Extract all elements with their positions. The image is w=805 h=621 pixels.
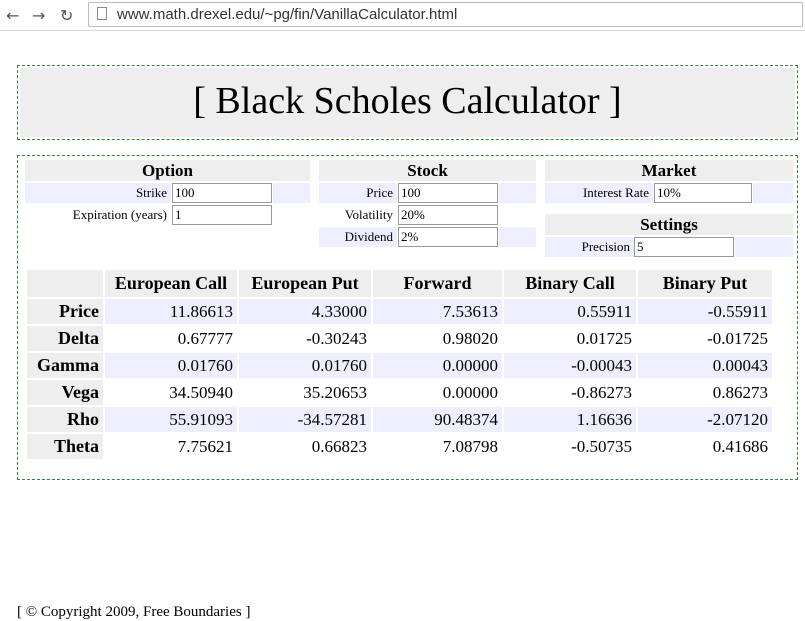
url-text[interactable]: www.math.drexel.edu/~pg/fin/VanillaCalcu…	[117, 6, 457, 23]
table-cell: 1.16636	[504, 407, 636, 432]
dividend-input[interactable]	[398, 227, 498, 247]
table-cell: 4.33000	[239, 299, 371, 324]
precision-input[interactable]	[634, 237, 734, 257]
table-cell: 0.01760	[105, 353, 237, 378]
table-cell: 34.50940	[169, 382, 233, 402]
col-binary-call: Binary Call	[504, 270, 636, 297]
browser-toolbar: ← → ↻ www.math.drexel.edu/~pg/fin/Vanill…	[0, 0, 805, 31]
dividend-row: Dividend	[319, 227, 536, 249]
market-panel: Market Interest Rate	[545, 160, 793, 205]
results-table: European Call European Put Forward Binar…	[25, 268, 774, 461]
settings-header: Settings	[545, 214, 793, 235]
interest-label: Interest Rate	[545, 183, 653, 203]
table-cell: -0.55911	[638, 299, 772, 324]
table-cell: -2.07120	[638, 407, 772, 432]
market-header: Market	[545, 160, 793, 181]
price-row: Price	[319, 183, 536, 205]
table-cell: 0.55911	[504, 299, 636, 324]
strike-input[interactable]	[172, 183, 272, 203]
table-cell: 0.41686	[712, 436, 768, 456]
table-cell: 0.86273	[712, 382, 768, 402]
row-label: Delta	[27, 326, 103, 351]
page-icon	[97, 7, 107, 20]
copyright-footer: [ © Copyright 2009, Free Boundaries ]	[17, 604, 251, 620]
table-cell: -0.01725	[707, 328, 768, 348]
price-input[interactable]	[398, 183, 498, 203]
dividend-label: Dividend	[319, 227, 397, 247]
stock-header: Stock	[319, 160, 536, 181]
page-title: [ Black Scholes Calculator ]	[20, 68, 795, 137]
table-cell: 0.01725	[576, 328, 632, 348]
table-cell: -0.50735	[571, 436, 632, 456]
reload-icon[interactable]: ↻	[60, 6, 73, 25]
row-label: Theta	[27, 434, 103, 459]
table-row-rho: Rho 55.91093 -34.57281 90.48374 1.16636 …	[27, 407, 772, 432]
table-cell: -0.30243	[306, 328, 367, 348]
settings-panel: Settings Precision	[545, 214, 793, 259]
row-label: Vega	[27, 380, 103, 405]
table-cell: 55.91093	[105, 407, 237, 432]
col-european-put: European Put	[239, 270, 371, 297]
precision-label: Precision	[545, 237, 634, 257]
expiration-label: Expiration (years)	[72, 207, 167, 222]
table-cell: 11.86613	[105, 299, 237, 324]
col-european-call: European Call	[105, 270, 237, 297]
table-row-price: Price 11.86613 4.33000 7.53613 0.55911 -…	[27, 299, 772, 324]
corner-cell	[27, 270, 103, 297]
table-cell: 0.01760	[239, 353, 371, 378]
back-arrow-icon[interactable]: ←	[6, 6, 19, 25]
results-header-row: European Call European Put Forward Binar…	[27, 270, 772, 297]
row-label: Gamma	[27, 353, 103, 378]
table-cell: 35.20653	[303, 382, 367, 402]
table-row-vega: Vega 34.50940 35.20653 0.00000 -0.86273 …	[27, 380, 772, 405]
option-header: Option	[25, 160, 310, 181]
table-cell: 7.75621	[177, 436, 233, 456]
table-cell: -34.57281	[239, 407, 371, 432]
row-label: Price	[27, 299, 103, 324]
table-cell: 7.08798	[442, 436, 498, 456]
table-cell: 7.53613	[373, 299, 502, 324]
interest-input[interactable]	[654, 183, 752, 203]
option-panel: Option Strike Expiration (years)	[25, 160, 310, 227]
table-row-gamma: Gamma 0.01760 0.01760 0.00000 -0.00043 0…	[27, 353, 772, 378]
row-label: Rho	[27, 407, 103, 432]
table-cell: 0.00000	[373, 353, 502, 378]
table-cell: 0.98020	[442, 328, 498, 348]
precision-row: Precision	[545, 237, 793, 259]
table-cell: 0.66823	[311, 436, 367, 456]
table-cell: 0.67777	[177, 328, 233, 348]
strike-row: Strike	[25, 183, 310, 205]
strike-label: Strike	[25, 183, 171, 203]
volatility-label: Volatility	[344, 207, 393, 222]
table-row-delta: Delta 0.67777 -0.30243 0.98020 0.01725 -…	[27, 326, 772, 351]
table-cell: 90.48374	[373, 407, 502, 432]
table-cell: -0.86273	[571, 382, 632, 402]
volatility-row: Volatility	[319, 205, 536, 227]
expiration-input[interactable]	[172, 205, 272, 225]
table-row-theta: Theta 7.75621 0.66823 7.08798 -0.50735 0…	[27, 434, 772, 459]
interest-row: Interest Rate	[545, 183, 793, 205]
stock-panel: Stock Price Volatility Dividend	[319, 160, 536, 249]
col-forward: Forward	[373, 270, 502, 297]
address-bar[interactable]: www.math.drexel.edu/~pg/fin/VanillaCalcu…	[88, 2, 803, 27]
forward-arrow-icon[interactable]: →	[32, 6, 45, 25]
table-cell: 0.00000	[442, 382, 498, 402]
expiration-row: Expiration (years)	[25, 205, 310, 227]
volatility-input[interactable]	[398, 205, 498, 225]
table-cell: -0.00043	[504, 353, 636, 378]
price-label: Price	[319, 183, 397, 203]
table-cell: 0.00043	[638, 353, 772, 378]
col-binary-put: Binary Put	[638, 270, 772, 297]
title-box: [ Black Scholes Calculator ]	[17, 65, 798, 140]
